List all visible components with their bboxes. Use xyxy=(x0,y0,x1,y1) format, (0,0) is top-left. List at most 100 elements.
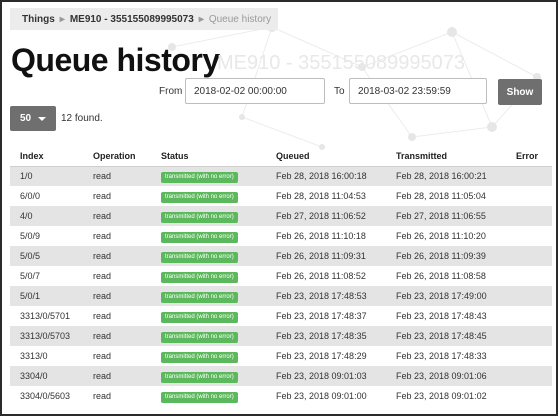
cell-queued: Feb 23, 2018 09:01:03 xyxy=(266,366,386,386)
table-row: 3313/0/5701 read transmitted (with no erro… xyxy=(10,306,552,326)
breadcrumb-separator: ▸ xyxy=(59,13,65,25)
cell-transmitted: Feb 23, 2018 17:48:33 xyxy=(396,351,487,361)
table-header-row: Index Operation Status Queued Transmitte… xyxy=(10,146,552,167)
cell-status: transmitted (with no error) xyxy=(151,186,266,206)
cell-transmitted: Feb 26, 2018 11:10:20 xyxy=(396,231,486,241)
cell-error xyxy=(506,226,552,246)
cell-operation: read xyxy=(83,166,151,186)
status-badge: transmitted (with no error) xyxy=(161,211,238,223)
cell-operation: read xyxy=(93,231,112,241)
breadcrumb-separator: ▸ xyxy=(198,13,204,25)
results-count: 12 found. xyxy=(61,113,103,124)
queue-history-table: Index Operation Status Queued Transmitte… xyxy=(10,146,552,406)
column-header-queued[interactable]: Queued xyxy=(266,146,386,167)
cell-transmitted: Feb 23, 2018 17:48:45 xyxy=(386,326,506,346)
cell-index: 3313/0/5701 xyxy=(20,311,71,321)
column-header-error[interactable]: Error xyxy=(506,146,552,167)
table-row: 3313/0/5703 read transmitted (with no erro… xyxy=(10,326,552,346)
cell-operation: read xyxy=(93,391,112,401)
table-row: 3313/0 read transmitted (with no error) Feb… xyxy=(10,346,552,366)
table-row: 4/0 read transmitted (with no error) Feb 27… xyxy=(10,206,552,226)
column-header-index[interactable]: Index xyxy=(10,146,83,167)
table-row: 5/0/1 read transmitted (with no error) Feb … xyxy=(10,286,552,306)
column-header-status[interactable]: Status xyxy=(151,146,266,167)
cell-status: transmitted (with no error) xyxy=(151,346,266,366)
cell-status: transmitted (with no error) xyxy=(151,326,266,346)
cell-transmitted: Feb 26, 2018 11:09:39 xyxy=(386,246,506,266)
cell-queued: Feb 27, 2018 11:06:52 xyxy=(266,206,386,226)
cell-queued: Feb 23, 2018 17:48:53 xyxy=(266,286,386,306)
background-device-name: ME910 - 355155089995073 xyxy=(217,52,465,74)
to-date-input[interactable] xyxy=(349,78,487,104)
status-badge: transmitted (with no error) xyxy=(161,351,238,363)
cell-index: 5/0/1 xyxy=(10,286,83,306)
status-badge: transmitted (with no error) xyxy=(161,311,238,323)
cell-queued: Feb 23, 2018 17:48:35 xyxy=(266,326,386,346)
status-badge: transmitted (with no error) xyxy=(161,391,238,403)
breadcrumb-current: Queue history xyxy=(208,13,272,25)
from-label: From xyxy=(159,86,183,97)
caret-down-icon xyxy=(38,117,46,121)
table-row: 3304/0 read transmitted (with no error) Feb… xyxy=(10,366,552,386)
cell-index: 1/0 xyxy=(10,166,83,186)
to-label: To xyxy=(334,86,345,97)
cell-error xyxy=(506,326,552,346)
cell-error xyxy=(506,246,552,266)
breadcrumb-item-device[interactable]: ME910 - 355155089995073 xyxy=(70,14,194,25)
cell-index: 3304/0/5603 xyxy=(20,391,71,401)
cell-error xyxy=(506,206,552,226)
cell-index: 6/0/0 xyxy=(20,191,41,201)
cell-transmitted: Feb 28, 2018 11:05:04 xyxy=(396,191,486,201)
cell-status: transmitted (with no error) xyxy=(151,166,266,186)
cell-queued: Feb 28, 2018 11:04:53 xyxy=(276,191,366,201)
cell-status: transmitted (with no error) xyxy=(151,286,266,306)
status-badge: transmitted (with no error) xyxy=(161,231,238,243)
cell-index: 3313/0 xyxy=(20,351,48,361)
cell-transmitted: Feb 23, 2018 17:48:43 xyxy=(396,311,487,321)
cell-index: 3313/0/5703 xyxy=(10,326,83,346)
cell-index: 4/0 xyxy=(10,206,83,226)
cell-index: 5/0/7 xyxy=(20,271,41,281)
show-button[interactable]: Show xyxy=(498,79,542,105)
cell-transmitted: Feb 23, 2018 09:01:02 xyxy=(396,391,487,401)
cell-error xyxy=(506,366,552,386)
cell-error xyxy=(506,186,552,206)
cell-operation: read xyxy=(83,206,151,226)
cell-operation: read xyxy=(93,191,112,201)
cell-queued: Feb 26, 2018 11:10:18 xyxy=(276,231,366,241)
cell-status: transmitted (with no error) xyxy=(151,366,266,386)
page-title: Queue history xyxy=(11,42,220,78)
cell-index: 5/0/5 xyxy=(10,246,83,266)
cell-operation: read xyxy=(83,246,151,266)
app-window: Things ▸ ME910 - 355155089995073 ▸ Queue… xyxy=(0,0,558,416)
cell-queued: Feb 23, 2018 17:48:37 xyxy=(276,311,367,321)
cell-operation: read xyxy=(83,366,151,386)
cell-queued: Feb 28, 2018 16:00:18 xyxy=(266,166,386,186)
status-badge: transmitted (with no error) xyxy=(161,251,238,263)
page-size-dropdown[interactable]: 50 xyxy=(10,106,56,131)
cell-status: transmitted (with no error) xyxy=(151,246,266,266)
cell-operation: read xyxy=(83,326,151,346)
cell-queued: Feb 23, 2018 17:48:29 xyxy=(276,351,367,361)
cell-transmitted: Feb 26, 2018 11:08:58 xyxy=(396,271,486,281)
column-header-operation[interactable]: Operation xyxy=(83,146,151,167)
cell-status: transmitted (with no error) xyxy=(151,386,266,406)
cell-status: transmitted (with no error) xyxy=(151,306,266,326)
cell-error xyxy=(506,266,552,286)
cell-transmitted: Feb 27, 2018 11:06:55 xyxy=(386,206,506,226)
cell-queued: Feb 26, 2018 11:08:52 xyxy=(276,271,366,281)
table-row: 5/0/7 read transmitted (with no error) Feb … xyxy=(10,266,552,286)
status-badge: transmitted (with no error) xyxy=(161,191,238,203)
breadcrumb-item-things[interactable]: Things xyxy=(22,14,55,25)
column-header-transmitted[interactable]: Transmitted xyxy=(386,146,506,167)
from-date-input[interactable] xyxy=(185,78,325,104)
cell-transmitted: Feb 28, 2018 16:00:21 xyxy=(386,166,506,186)
table-row: 5/0/5 read transmitted (with no error) Feb … xyxy=(10,246,552,266)
table-row: 6/0/0 read transmitted (with no error) Feb … xyxy=(10,186,552,206)
cell-queued: Feb 23, 2018 09:01:00 xyxy=(276,391,367,401)
cell-error xyxy=(506,386,552,406)
cell-operation: read xyxy=(93,351,112,361)
cell-error xyxy=(506,306,552,326)
status-badge: transmitted (with no error) xyxy=(161,171,238,183)
cell-transmitted: Feb 23, 2018 09:01:06 xyxy=(386,366,506,386)
